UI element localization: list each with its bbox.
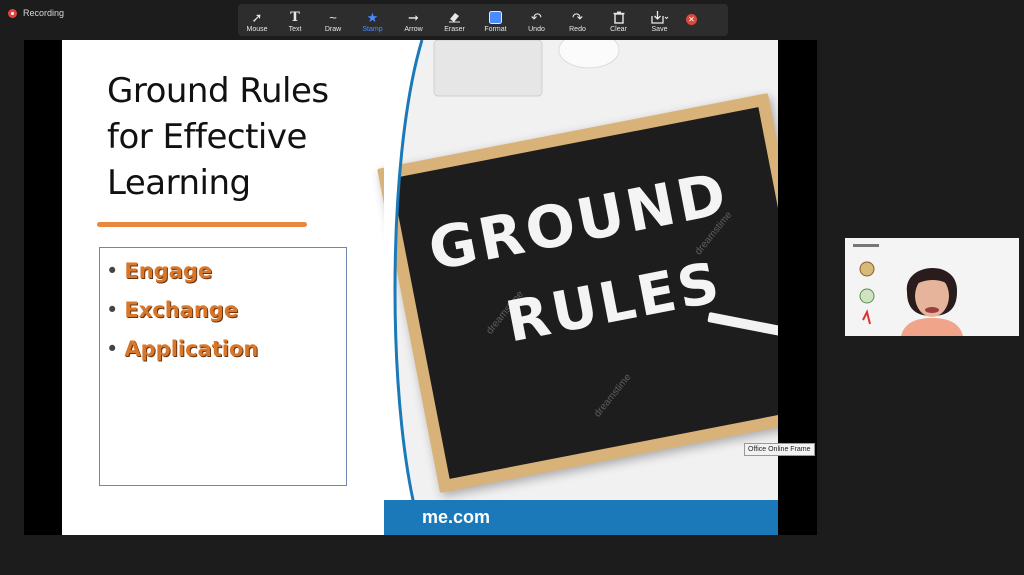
mouse-object bbox=[558, 40, 620, 69]
laptop-corner bbox=[433, 40, 543, 97]
board-text-rules: RULES bbox=[500, 250, 728, 356]
stamp-label: Stamp bbox=[362, 26, 383, 33]
bullet-item: • Exchange bbox=[106, 298, 239, 322]
close-toolbar-icon[interactable]: ✕ bbox=[686, 14, 697, 25]
presentation-slide: Ground Rules for Effective Learning • Eng… bbox=[62, 40, 778, 535]
undo-label: Undo bbox=[528, 26, 545, 33]
recording-icon bbox=[8, 8, 17, 18]
clear-button[interactable]: Clear bbox=[598, 4, 639, 36]
undo-button[interactable]: ↶ Undo bbox=[516, 4, 557, 36]
redo-label: Redo bbox=[569, 26, 586, 33]
chalkboard-surface: GROUND RULES dreamstime dreamstime dream… bbox=[391, 107, 778, 479]
undo-icon: ↶ bbox=[531, 9, 542, 25]
arrow-icon: ➞ bbox=[408, 9, 419, 25]
eraser-button[interactable]: Eraser bbox=[434, 4, 475, 36]
redo-icon: ↷ bbox=[572, 9, 583, 25]
bullet-item: • Application bbox=[106, 337, 259, 361]
mouse-button[interactable]: ➚ Mouse bbox=[238, 4, 276, 36]
bullet-item: • Engage bbox=[106, 259, 213, 283]
recording-indicator: Recording bbox=[8, 8, 64, 18]
slide-footer-bar: me.com bbox=[384, 500, 778, 535]
save-label: Save bbox=[651, 26, 668, 33]
save-button[interactable]: Save bbox=[639, 4, 680, 36]
clear-label: Clear bbox=[610, 26, 627, 33]
participant-video[interactable] bbox=[845, 238, 1019, 336]
annotation-toolbar: ➚ Mouse T Text ~ Draw ★ Stamp ➞ Arrow Er… bbox=[238, 4, 728, 36]
background-logos bbox=[853, 244, 879, 325]
star-icon: ★ bbox=[366, 9, 379, 25]
text-icon: T bbox=[290, 9, 300, 25]
redo-button[interactable]: ↷ Redo bbox=[557, 4, 598, 36]
bullet-text: Application bbox=[124, 337, 259, 361]
chalk-stick bbox=[707, 312, 778, 337]
brush-underline bbox=[97, 222, 307, 227]
format-label: Format bbox=[484, 26, 507, 33]
shared-screen: Ground Rules for Effective Learning • Eng… bbox=[24, 40, 817, 535]
mouse-label: Mouse bbox=[246, 26, 268, 33]
title-line-2: for Effective bbox=[107, 117, 307, 157]
bullet-text: Engage bbox=[124, 259, 213, 283]
frame-tooltip: Office Online Frame bbox=[744, 443, 815, 456]
cursor-icon: ➚ bbox=[251, 9, 263, 25]
slide-title: Ground Rules for Effective Learning bbox=[107, 68, 387, 206]
title-line-3: Learning bbox=[107, 163, 251, 203]
draw-icon: ~ bbox=[329, 9, 337, 25]
presenter-avatar bbox=[901, 267, 963, 336]
save-icon bbox=[650, 9, 669, 25]
draw-button[interactable]: ~ Draw bbox=[314, 4, 352, 36]
trash-icon bbox=[613, 9, 625, 25]
eraser-label: Eraser bbox=[444, 26, 465, 33]
footer-url-text: me.com bbox=[422, 507, 491, 527]
recording-label: Recording bbox=[23, 8, 65, 18]
bullet-text: Exchange bbox=[124, 298, 239, 322]
arrow-button[interactable]: ➞ Arrow bbox=[393, 4, 434, 36]
stamp-button[interactable]: ★ Stamp bbox=[352, 4, 393, 36]
eraser-icon bbox=[448, 9, 461, 25]
arrow-label: Arrow bbox=[404, 26, 423, 33]
format-icon bbox=[489, 9, 502, 25]
watermark-text: dreamstime bbox=[592, 371, 634, 420]
text-label: Text bbox=[288, 26, 302, 33]
slide-curve-divider bbox=[384, 40, 424, 535]
bullet-box: • Engage • Exchange • Application bbox=[99, 247, 347, 486]
text-button[interactable]: T Text bbox=[276, 4, 314, 36]
format-button[interactable]: Format bbox=[475, 4, 516, 36]
title-line-1: Ground Rules bbox=[107, 71, 329, 111]
draw-label: Draw bbox=[324, 26, 342, 33]
